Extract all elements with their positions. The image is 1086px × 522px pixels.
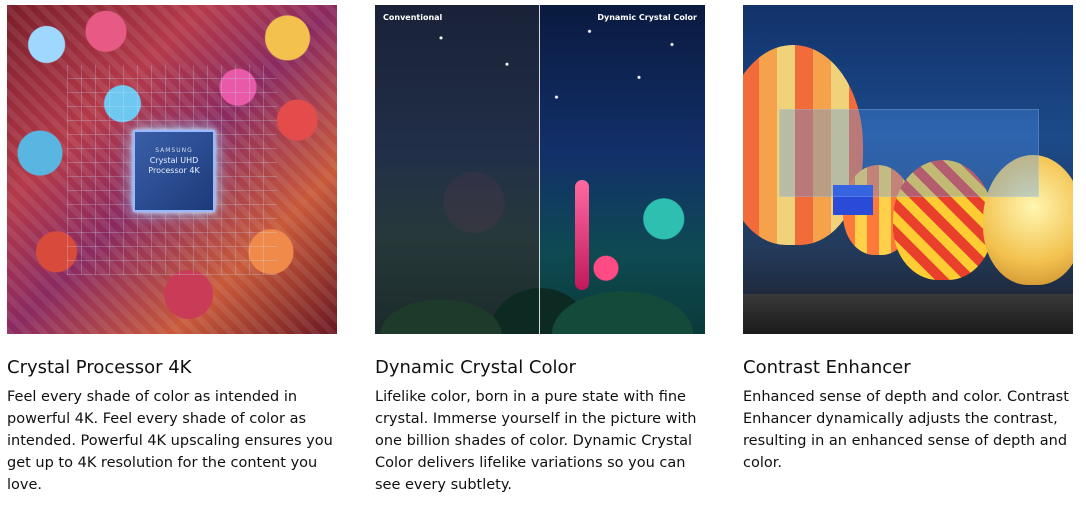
dynamic-color-label: Dynamic Crystal Color <box>597 13 697 22</box>
crystal-processor-image: SAMSUNG Crystal UHD Processor 4K <box>7 5 337 334</box>
feature-card-contrast-enhancer: Contrast Enhancer Enhanced sense of dept… <box>743 5 1073 474</box>
processor-chip: SAMSUNG Crystal UHD Processor 4K <box>133 130 215 212</box>
feature-description: Enhanced sense of depth and color. Contr… <box>743 389 1069 471</box>
conventional-label: Conventional <box>383 13 443 22</box>
contrast-highlight-box <box>779 109 1039 197</box>
comparison-divider <box>539 5 540 334</box>
feature-title: Contrast Enhancer <box>743 357 911 378</box>
ground-area <box>743 294 1073 334</box>
feature-description: Lifelike color, born in a pure state wit… <box>375 389 697 493</box>
feature-description: Feel every shade of color as intended in… <box>7 389 333 493</box>
pink-flower-spike <box>575 180 589 290</box>
feature-card-crystal-processor: SAMSUNG Crystal UHD Processor 4K Crystal… <box>7 5 337 496</box>
feature-card-dynamic-crystal-color: Conventional Dynamic Crystal Color Dynam… <box>375 5 705 496</box>
dynamic-color-comparison-image: Conventional Dynamic Crystal Color <box>375 5 705 334</box>
chip-brand-text: SAMSUNG <box>155 147 193 154</box>
hot-air-balloons-image <box>743 5 1073 334</box>
feature-title: Dynamic Crystal Color <box>375 357 576 378</box>
chip-line-1: Crystal UHD <box>149 156 199 165</box>
plant-silhouettes <box>375 184 705 334</box>
feature-title: Crystal Processor 4K <box>7 357 192 378</box>
chip-line-2: Processor 4K <box>148 166 200 175</box>
